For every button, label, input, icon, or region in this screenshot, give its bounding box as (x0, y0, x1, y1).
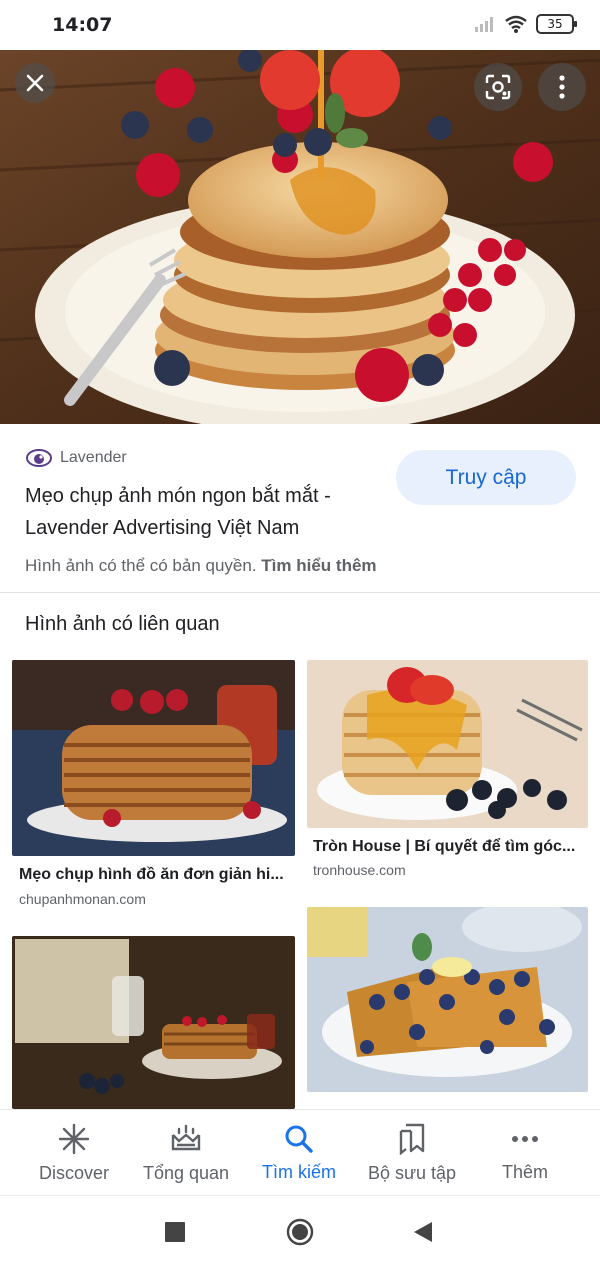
close-button[interactable] (15, 63, 55, 103)
copyright-text: Hình ảnh có thể có bản quyền. (25, 556, 257, 575)
related-photo-1 (12, 660, 295, 856)
battery-indicator: 35 (536, 14, 577, 34)
nav-overview[interactable]: Tổng quan (131, 1110, 241, 1196)
hero-image[interactable] (0, 50, 600, 424)
related-caption-2[interactable]: Tròn House | Bí quyết để tìm góc... (313, 838, 583, 856)
asterisk-icon (58, 1123, 90, 1154)
related-image-1[interactable] (12, 660, 295, 856)
wifi-icon (505, 15, 527, 33)
divider (0, 592, 600, 593)
bottom-navigation: Discover Tổng quan Tìm kiếm Bộ sưu tập T… (0, 1109, 600, 1196)
related-image-2[interactable] (307, 660, 588, 828)
status-icons: 35 (474, 14, 577, 34)
signal-icon (475, 17, 493, 32)
related-photo-2 (307, 660, 588, 828)
related-photo-3 (12, 936, 295, 1109)
nav-overview-label: Tổng quan (142, 1162, 230, 1183)
learn-more-link[interactable]: Tìm hiểu thêm (261, 556, 376, 575)
lavender-logo-icon (26, 449, 52, 467)
related-photo-4 (307, 907, 588, 1092)
related-heading: Hình ảnh có liên quan (25, 613, 220, 635)
related-image-3[interactable] (12, 936, 295, 1109)
close-icon (26, 74, 44, 92)
nav-more-label: Thêm (501, 1161, 548, 1182)
status-time: 14:07 (52, 14, 113, 36)
home-button[interactable] (286, 1218, 314, 1246)
more-horiz-icon (512, 1135, 538, 1142)
more-vert-icon (559, 75, 565, 99)
visit-button[interactable]: Truy cập (396, 450, 576, 505)
nav-more[interactable]: Thêm (470, 1110, 580, 1196)
nav-discover[interactable]: Discover (19, 1110, 129, 1196)
snapshot-icon (171, 1124, 201, 1150)
more-options-button[interactable] (538, 63, 586, 111)
related-domain-2: tronhouse.com (313, 862, 406, 878)
recents-button[interactable] (165, 1222, 185, 1242)
related-caption-1[interactable]: Mẹo chụp hình đồ ăn đơn giản hi... (19, 866, 289, 884)
related-image-4[interactable] (307, 907, 588, 1092)
related-domain-1: chupanhmonan.com (19, 891, 146, 907)
nav-discover-label: Discover (38, 1162, 109, 1183)
collections-icon (399, 1123, 425, 1155)
nav-search[interactable]: Tìm kiếm (244, 1110, 354, 1196)
nav-collections-label: Bộ sưu tập (367, 1162, 457, 1183)
back-button[interactable] (412, 1220, 434, 1244)
source-row[interactable]: Lavender (26, 447, 127, 469)
lens-button[interactable] (474, 63, 522, 111)
back-icon (414, 1222, 432, 1242)
lens-icon (485, 74, 511, 100)
nav-collections[interactable]: Bộ sưu tập (357, 1110, 467, 1196)
system-navigation (0, 1195, 600, 1268)
search-icon (285, 1125, 313, 1153)
recents-icon (165, 1222, 185, 1242)
source-name: Lavender (60, 449, 127, 466)
home-icon (286, 1218, 314, 1246)
nav-search-label: Tìm kiếm (262, 1161, 336, 1182)
status-bar: 14:07 35 (0, 0, 600, 50)
result-title[interactable]: Mẹo chụp ảnh món ngon bắt mắt - Lavender… (25, 480, 395, 544)
copyright-notice: Hình ảnh có thể có bản quyền. Tìm hiểu t… (25, 556, 377, 576)
